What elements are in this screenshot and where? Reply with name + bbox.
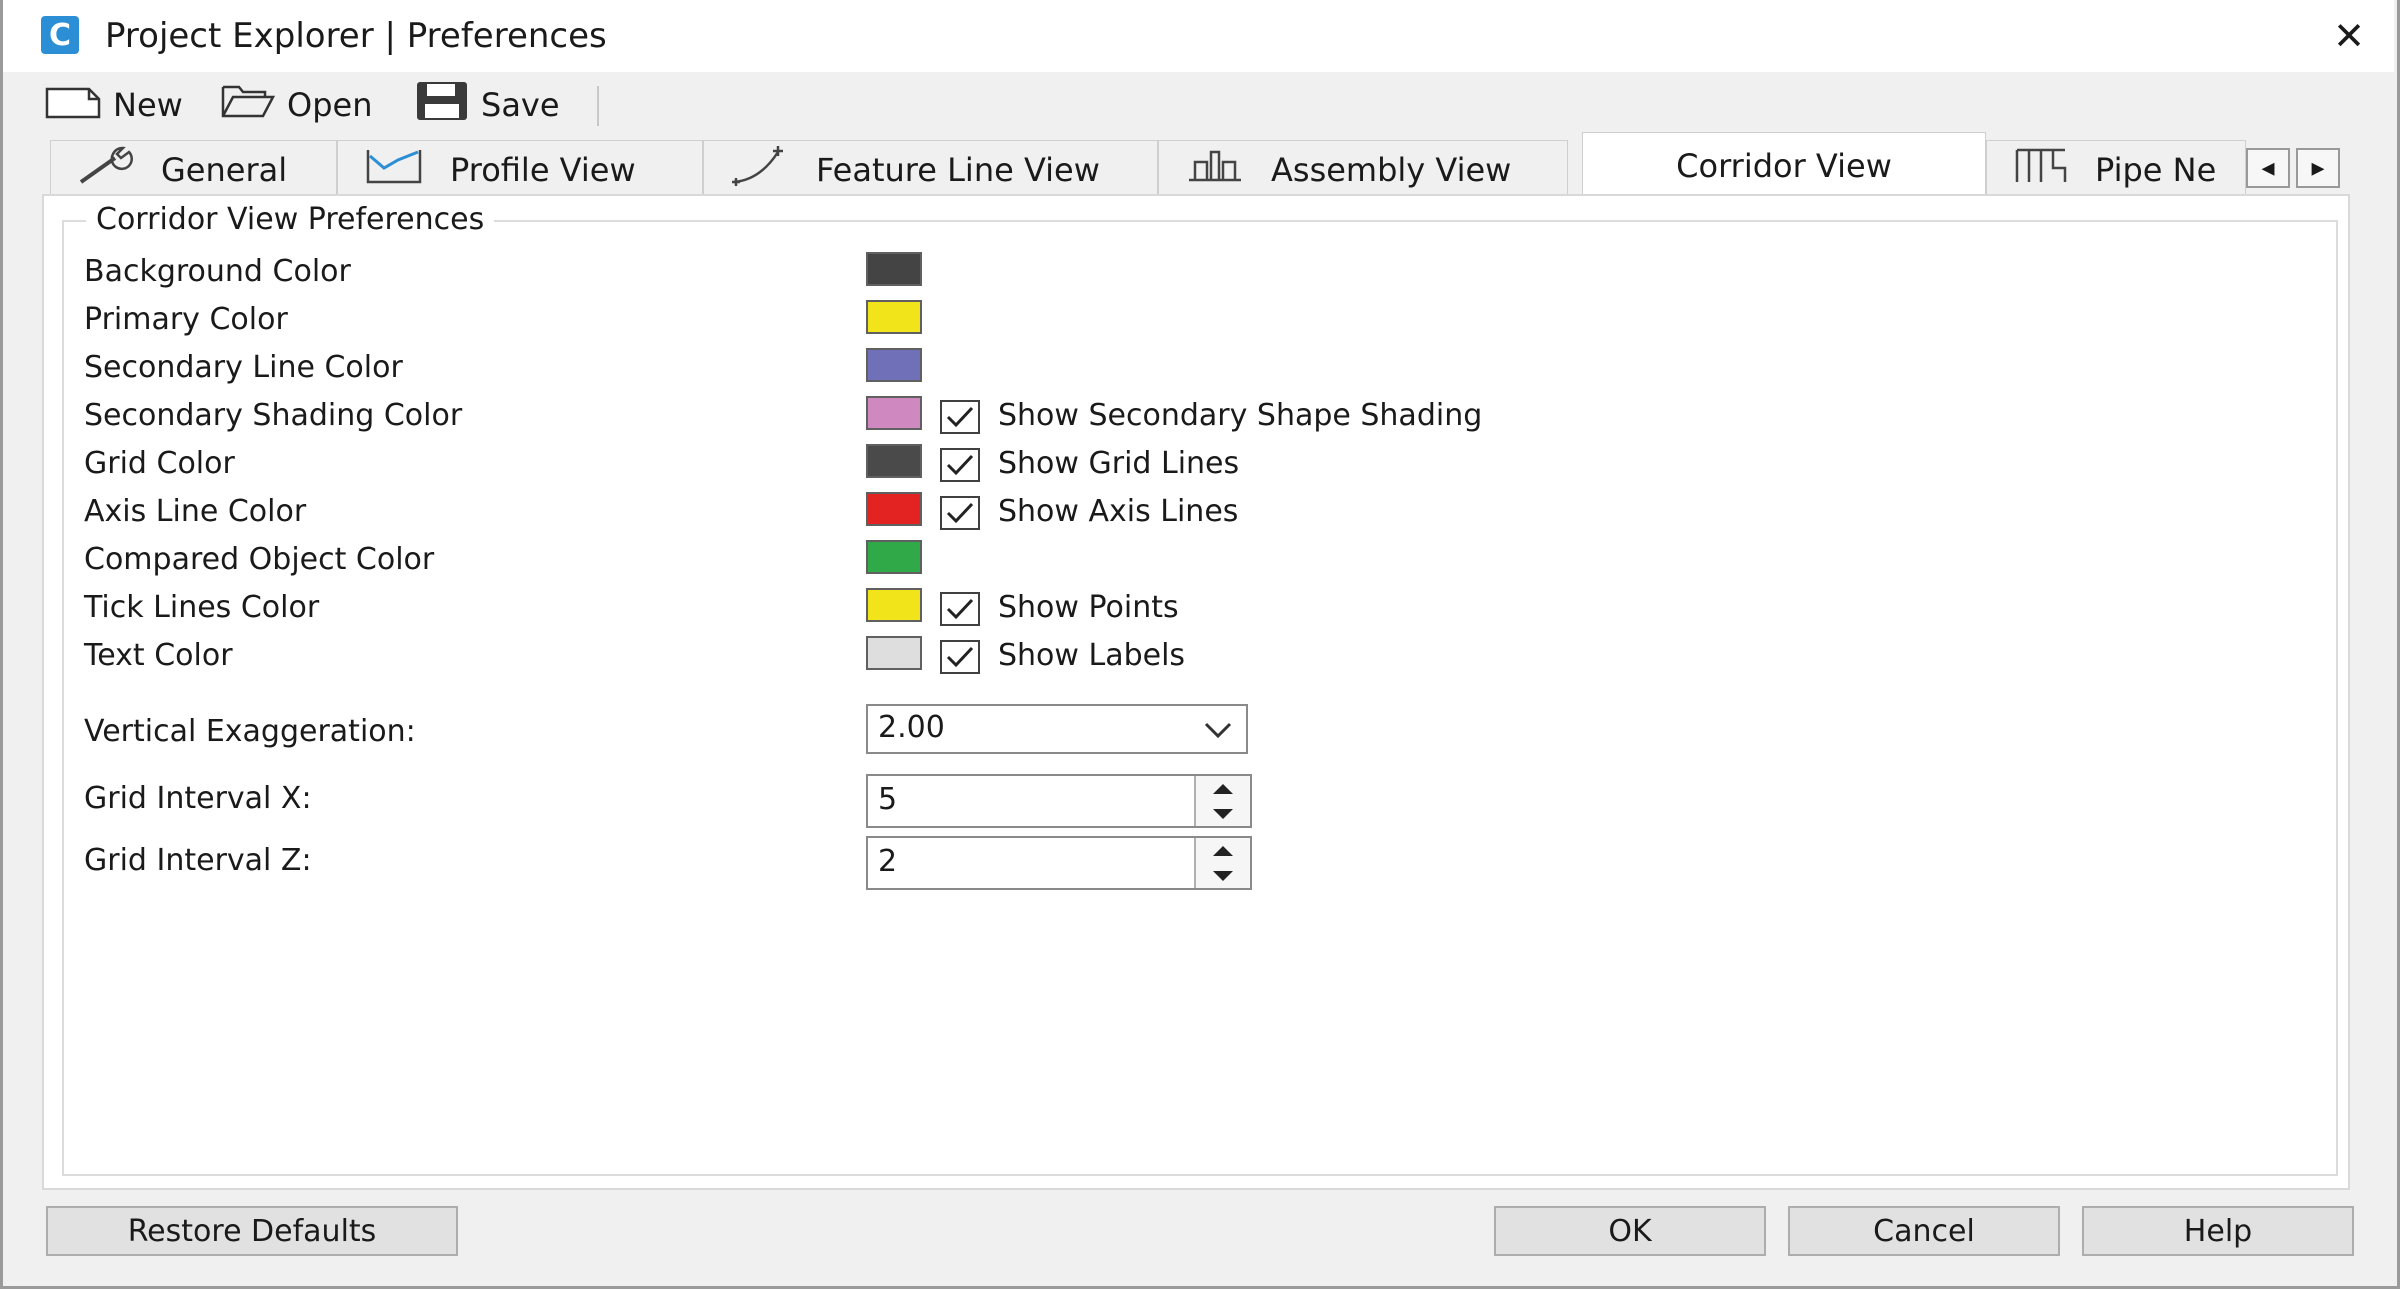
grid-interval-z-value[interactable]: 2 — [868, 840, 897, 884]
background-color-label: Background Color — [84, 254, 351, 289]
vertical-exaggeration-dropdown[interactable]: 2.00 — [866, 704, 1248, 754]
save-disk-icon — [415, 80, 469, 130]
open-folder-icon — [221, 83, 276, 127]
pipe-network-icon — [2013, 146, 2069, 194]
chevron-right-icon: ▸ — [2311, 153, 2325, 183]
new-button[interactable]: New — [45, 80, 183, 130]
tab-pipe-network-label: Pipe Ne — [2095, 150, 2217, 189]
show-axis-lines-checkbox[interactable] — [940, 496, 980, 530]
chevron-down-icon — [1198, 714, 1238, 748]
tab-general-label: General — [161, 150, 288, 189]
tick-lines-color-label: Tick Lines Color — [84, 590, 320, 625]
primary-color-label: Primary Color — [84, 302, 288, 337]
grid-interval-x-value[interactable]: 5 — [868, 778, 897, 822]
show-points-checkbox[interactable] — [940, 592, 980, 626]
spin-up-icon[interactable] — [1196, 838, 1250, 863]
show-grid-lines-checkbox[interactable] — [940, 448, 980, 482]
tick-lines-color-swatch[interactable] — [866, 588, 922, 622]
tab-assembly-view-label: Assembly View — [1271, 150, 1512, 189]
close-button[interactable]: ✕ — [2319, 8, 2379, 64]
show-labels-label: Show Labels — [998, 638, 1186, 673]
tab-strip: General Profile View Feature Line View A… — [46, 132, 2340, 198]
cancel-button[interactable]: Cancel — [1788, 1206, 2060, 1256]
spin-down-icon[interactable] — [1196, 863, 1250, 888]
app-icon: C — [41, 16, 79, 54]
save-button[interactable]: Save — [415, 80, 560, 130]
ok-label: OK — [1608, 1213, 1652, 1249]
feature-line-icon — [730, 144, 790, 196]
background-color-swatch[interactable] — [866, 252, 922, 286]
tab-assembly-view[interactable]: Assembly View — [1158, 140, 1568, 198]
grid-color-swatch[interactable] — [866, 444, 922, 478]
grid-interval-z-spinner — [1194, 838, 1250, 888]
cancel-label: Cancel — [1873, 1213, 1975, 1249]
checkmark-icon — [946, 406, 974, 428]
tab-pipe-network[interactable]: Pipe Ne — [1986, 140, 2246, 198]
grid-interval-x-stepper[interactable]: 5 — [866, 774, 1252, 828]
secondary-shading-color-swatch[interactable] — [866, 396, 922, 430]
toolbar-separator — [597, 86, 599, 126]
grid-color-label: Grid Color — [84, 446, 235, 481]
compared-object-color-label: Compared Object Color — [84, 542, 435, 577]
new-button-label: New — [113, 86, 183, 124]
axis-line-color-swatch[interactable] — [866, 492, 922, 526]
checkmark-icon — [946, 502, 974, 524]
tab-profile-view[interactable]: Profile View — [337, 140, 703, 198]
compared-object-color-swatch[interactable] — [866, 540, 922, 574]
new-document-icon — [45, 83, 101, 127]
tab-feature-line-view[interactable]: Feature Line View — [703, 140, 1158, 198]
tab-corridor-view-label: Corridor View — [1676, 146, 1892, 185]
app-icon-letter: C — [48, 17, 72, 53]
tab-scroll-left-button[interactable]: ◂ — [2246, 148, 2290, 188]
wrench-icon — [77, 146, 135, 194]
restore-defaults-label: Restore Defaults — [127, 1213, 377, 1249]
grid-interval-z-stepper[interactable]: 2 — [866, 836, 1252, 890]
tab-general[interactable]: General — [50, 140, 337, 198]
profile-view-icon — [364, 146, 424, 194]
tab-corridor-view[interactable]: Corridor View — [1582, 132, 1986, 198]
secondary-line-color-swatch[interactable] — [866, 348, 922, 382]
group-title: Corridor View Preferences — [86, 200, 495, 240]
restore-defaults-button[interactable]: Restore Defaults — [46, 1206, 458, 1256]
help-label: Help — [2183, 1213, 2253, 1249]
spin-down-icon[interactable] — [1196, 801, 1250, 826]
tab-profile-view-label: Profile View — [450, 150, 636, 189]
save-button-label: Save — [481, 86, 560, 124]
show-points-label: Show Points — [998, 590, 1179, 625]
text-color-swatch[interactable] — [866, 636, 922, 670]
checkmark-icon — [946, 598, 974, 620]
show-secondary-shape-shading-label: Show Secondary Shape Shading — [998, 398, 1483, 433]
tab-scroll-right-button[interactable]: ▸ — [2296, 148, 2340, 188]
open-button-label: Open — [287, 86, 373, 124]
vertical-exaggeration-label: Vertical Exaggeration: — [84, 714, 416, 749]
vertical-exaggeration-value: 2.00 — [878, 710, 945, 745]
window-title: Project Explorer | Preferences — [105, 16, 607, 56]
grid-interval-x-spinner — [1194, 776, 1250, 826]
checkmark-icon — [946, 646, 974, 668]
chevron-left-icon: ◂ — [2261, 153, 2275, 183]
show-axis-lines-label: Show Axis Lines — [998, 494, 1239, 529]
checkmark-icon — [946, 454, 974, 476]
tab-feature-line-view-label: Feature Line View — [816, 150, 1100, 189]
grid-interval-x-label: Grid Interval X: — [84, 781, 312, 816]
close-icon: ✕ — [2333, 14, 2365, 58]
secondary-line-color-label: Secondary Line Color — [84, 350, 403, 385]
help-button[interactable]: Help — [2082, 1206, 2354, 1256]
open-button[interactable]: Open — [221, 80, 372, 130]
assembly-icon — [1185, 146, 1245, 194]
toolbar: New Open Save — [3, 72, 2394, 138]
secondary-shading-color-label: Secondary Shading Color — [84, 398, 463, 433]
axis-line-color-label: Axis Line Color — [84, 494, 307, 529]
title-bar: C Project Explorer | Preferences ✕ — [3, 0, 2394, 72]
show-grid-lines-label: Show Grid Lines — [998, 446, 1240, 481]
ok-button[interactable]: OK — [1494, 1206, 1766, 1256]
grid-interval-z-label: Grid Interval Z: — [84, 843, 312, 878]
spin-up-icon[interactable] — [1196, 776, 1250, 801]
corridor-preferences-group — [62, 220, 2338, 1176]
show-labels-checkbox[interactable] — [940, 640, 980, 674]
show-secondary-shape-shading-checkbox[interactable] — [940, 400, 980, 434]
text-color-label: Text Color — [84, 638, 233, 673]
primary-color-swatch[interactable] — [866, 300, 922, 334]
